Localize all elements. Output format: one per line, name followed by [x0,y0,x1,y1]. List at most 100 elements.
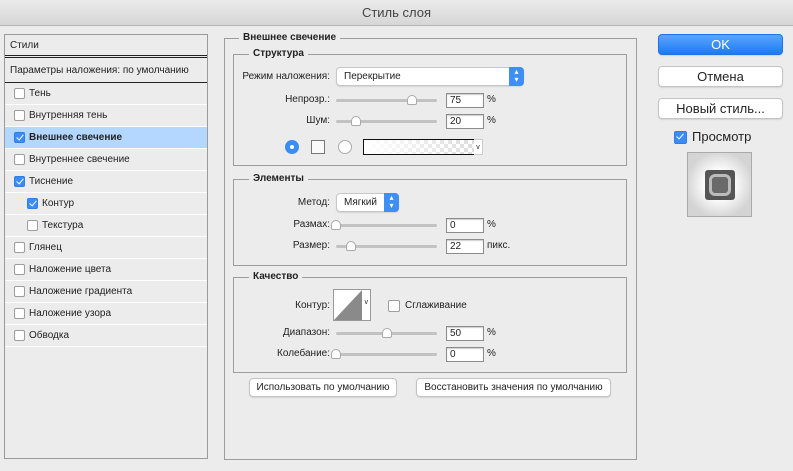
style-item-label: Наложение цвета [29,264,112,275]
jitter-unit: % [487,348,496,359]
spread-label: Размах: [293,219,330,230]
new-style-button[interactable]: Новый стиль... [658,98,783,119]
spread-slider[interactable] [331,220,437,230]
updown-chevron-icon: ▴ ▾ [509,67,524,86]
antialias-checkbox[interactable] [388,300,400,312]
style-item[interactable]: Обводка [5,325,207,347]
reset-default-button[interactable]: Восстановить значения по умолчанию [416,378,611,397]
style-checkbox[interactable] [14,176,25,187]
noise-slider[interactable] [336,116,437,126]
style-item-label: Наложение узора [29,308,112,319]
blending-options-label: Параметры наложения: по умолчанию [10,65,189,76]
style-item[interactable]: Наложение цвета [5,259,207,281]
size-slider[interactable] [336,241,437,251]
technique-select[interactable]: Мягкий ▴ ▾ [336,193,399,212]
style-item[interactable]: Текстура [5,215,207,237]
noise-unit: % [487,115,496,126]
quality-title: Качество [249,271,303,283]
style-checkbox[interactable] [14,264,25,275]
style-checkbox[interactable] [27,220,38,231]
style-item[interactable]: Глянец [5,237,207,259]
style-checkbox[interactable] [14,132,25,143]
style-item-label: Внешнее свечение [29,132,123,143]
style-checkbox[interactable] [14,110,25,121]
style-item-label: Контур [42,198,75,209]
contour-chevron-icon: v [364,299,369,306]
size-unit: пикс. [487,240,511,251]
blend-mode-label: Режим наложения: [242,71,330,82]
blend-mode-select[interactable]: Перекрытие ▴ ▾ [336,67,524,86]
opacity-unit: % [487,94,496,105]
style-checkbox[interactable] [27,198,38,209]
window-title: Стиль слоя [361,5,432,20]
title-bar: Стиль слоя [0,0,793,26]
noise-input[interactable]: 20 [446,114,484,129]
style-item-label: Обводка [29,330,70,341]
glow-color-swatch[interactable] [311,140,325,154]
noise-label: Шум: [306,115,330,126]
style-item[interactable]: Внутренняя тень [5,105,207,127]
styles-header-label: Стили [10,40,39,51]
jitter-slider[interactable] [331,349,437,359]
range-label: Диапазон: [282,327,330,338]
spread-unit: % [487,219,496,230]
style-item-label: Внутренняя тень [29,110,108,121]
style-item[interactable]: Наложение узора [5,303,207,325]
size-label: Размер: [292,240,330,251]
contour-label: Контур: [295,300,330,311]
style-checkbox[interactable] [14,154,25,165]
style-item-label: Тень [29,88,51,99]
antialias-label: Сглаживание [405,300,467,311]
style-item[interactable]: Контур [5,193,207,215]
opacity-input[interactable]: 75 [446,93,484,108]
color-radio-selected[interactable] [285,140,299,154]
make-default-button[interactable]: Использовать по умолчанию [249,378,397,397]
noise-slider-thumb[interactable] [351,116,362,126]
spread-input[interactable]: 0 [446,218,484,233]
structure-title: Структура [249,48,308,60]
range-slider[interactable] [336,328,437,338]
jitter-input[interactable]: 0 [446,347,484,362]
preview-shape-icon [705,170,735,200]
range-unit: % [487,327,496,338]
style-item-label: Текстура [42,220,84,231]
opacity-label: Непрозр.: [285,94,330,105]
style-checkbox[interactable] [14,330,25,341]
range-input[interactable]: 50 [446,326,484,341]
gradient-radio[interactable] [338,140,352,154]
elements-title: Элементы [249,173,308,185]
contour-linear-icon [334,290,362,320]
ok-button[interactable]: OK [658,34,783,55]
preview-checkbox[interactable] [674,131,687,144]
jitter-slider-thumb[interactable] [331,349,341,359]
style-checkbox[interactable] [14,88,25,99]
style-item[interactable]: Внутреннее свечение [5,149,207,171]
style-checkbox[interactable] [14,308,25,319]
size-slider-thumb[interactable] [346,241,357,251]
preview-label: Просмотр [692,129,752,144]
style-item[interactable]: Тиснение [5,171,207,193]
style-item[interactable]: Тень [5,83,207,105]
updown-chevron-icon: ▴ ▾ [384,193,399,212]
spread-slider-thumb[interactable] [331,220,341,230]
blending-options[interactable]: Параметры наложения: по умолчанию [5,60,207,83]
gradient-preview[interactable] [363,139,475,155]
style-item-label: Глянец [29,242,62,253]
opacity-slider[interactable] [336,95,437,105]
style-checkbox[interactable] [14,286,25,297]
technique-value: Мягкий [344,197,377,208]
outer-glow-title: Внешнее свечение [239,32,341,44]
contour-picker[interactable]: v [333,289,371,321]
style-item[interactable]: Наложение градиента [5,281,207,303]
style-item[interactable]: Внешнее свечение [5,127,207,149]
styles-header[interactable]: Стили [5,35,207,58]
opacity-slider-thumb[interactable] [406,95,417,105]
size-input[interactable]: 22 [446,239,484,254]
style-checkbox[interactable] [14,242,25,253]
style-item-label: Наложение градиента [29,286,133,297]
cancel-button[interactable]: Отмена [658,66,783,87]
style-item-label: Внутреннее свечение [29,154,130,165]
range-slider-thumb[interactable] [381,328,392,338]
blend-mode-value: Перекрытие [344,71,401,82]
gradient-chevron-icon[interactable]: v [474,139,483,155]
